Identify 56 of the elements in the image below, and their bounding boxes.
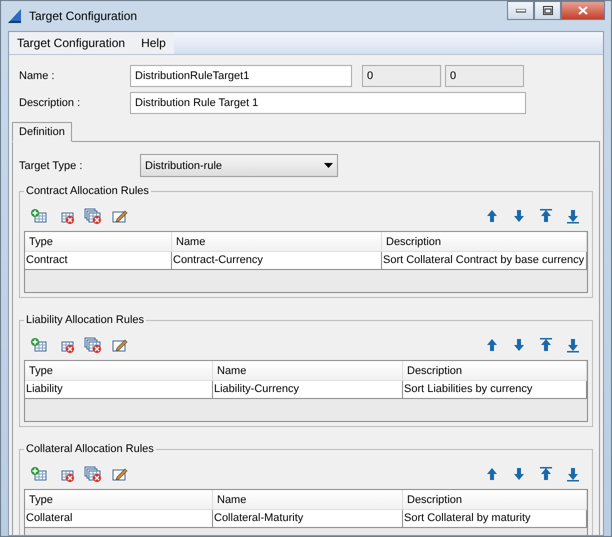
table-cell: Collateral: [25, 510, 213, 528]
close-button[interactable]: [561, 1, 605, 20]
name-field[interactable]: DistributionRuleTarget1: [130, 65, 352, 87]
edit-icon[interactable]: [111, 208, 129, 224]
target-type-dropdown[interactable]: Distribution-rule: [140, 154, 338, 177]
column-header[interactable]: Description: [382, 232, 587, 252]
group-title: Collateral Allocation Rules: [25, 443, 155, 455]
column-header[interactable]: Description: [403, 490, 587, 510]
close-icon: [578, 6, 588, 15]
column-header[interactable]: Type: [25, 232, 172, 252]
move-top-icon[interactable]: [537, 208, 555, 224]
description-label: Description :: [19, 97, 82, 109]
delete-all-icon[interactable]: [84, 466, 102, 482]
menu-item[interactable]: Help: [133, 32, 174, 54]
move-top-icon[interactable]: [537, 337, 555, 353]
group-title: Liability Allocation Rules: [25, 314, 146, 326]
column-header[interactable]: Name: [213, 361, 403, 381]
table-cell: Collateral-Maturity: [213, 510, 403, 528]
table-cell: Sort Collateral Contract by base currency: [382, 252, 587, 270]
description-field[interactable]: Distribution Rule Target 1: [130, 92, 526, 114]
move-bottom-icon[interactable]: [564, 208, 582, 224]
menu-item[interactable]: Target Configuration: [9, 32, 134, 54]
caret-icon: [324, 163, 333, 168]
maximize-button[interactable]: [534, 1, 561, 20]
name-label: Name :: [19, 70, 56, 82]
app-logo-icon: [7, 8, 23, 24]
move-bottom-icon[interactable]: [564, 337, 582, 353]
minimize-button[interactable]: [507, 1, 534, 20]
restore-icon: [542, 6, 552, 15]
table-cell: Liability-Currency: [213, 381, 403, 399]
minimize-icon: [516, 8, 526, 12]
column-header[interactable]: Type: [25, 490, 213, 510]
table-cell: Liability: [25, 381, 213, 399]
table-cell: Sort Collateral by maturity: [403, 510, 587, 528]
target-type-label: Target Type :: [19, 160, 84, 172]
add-table-icon[interactable]: [30, 466, 48, 482]
table-cell: Contract: [25, 252, 172, 270]
move-top-icon[interactable]: [537, 466, 555, 482]
delete-all-icon[interactable]: [84, 208, 102, 224]
window-title: Target Configuration: [29, 9, 138, 23]
move-bottom-icon[interactable]: [564, 466, 582, 482]
column-header[interactable]: Description: [403, 361, 587, 381]
counter-field: 0: [445, 65, 524, 87]
group-title: Contract Allocation Rules: [25, 185, 150, 197]
column-header[interactable]: Name: [172, 232, 382, 252]
column-header[interactable]: Type: [25, 361, 213, 381]
counter-field: 0: [362, 65, 441, 87]
tab[interactable]: Definition: [12, 122, 72, 142]
table-cell: Sort Liabilities by currency: [403, 381, 587, 399]
delete-all-icon[interactable]: [84, 337, 102, 353]
add-table-icon[interactable]: [30, 337, 48, 353]
edit-icon[interactable]: [111, 337, 129, 353]
add-table-icon[interactable]: [30, 208, 48, 224]
edit-icon[interactable]: [111, 466, 129, 482]
column-header[interactable]: Name: [213, 490, 403, 510]
table-cell: Contract-Currency: [172, 252, 382, 270]
